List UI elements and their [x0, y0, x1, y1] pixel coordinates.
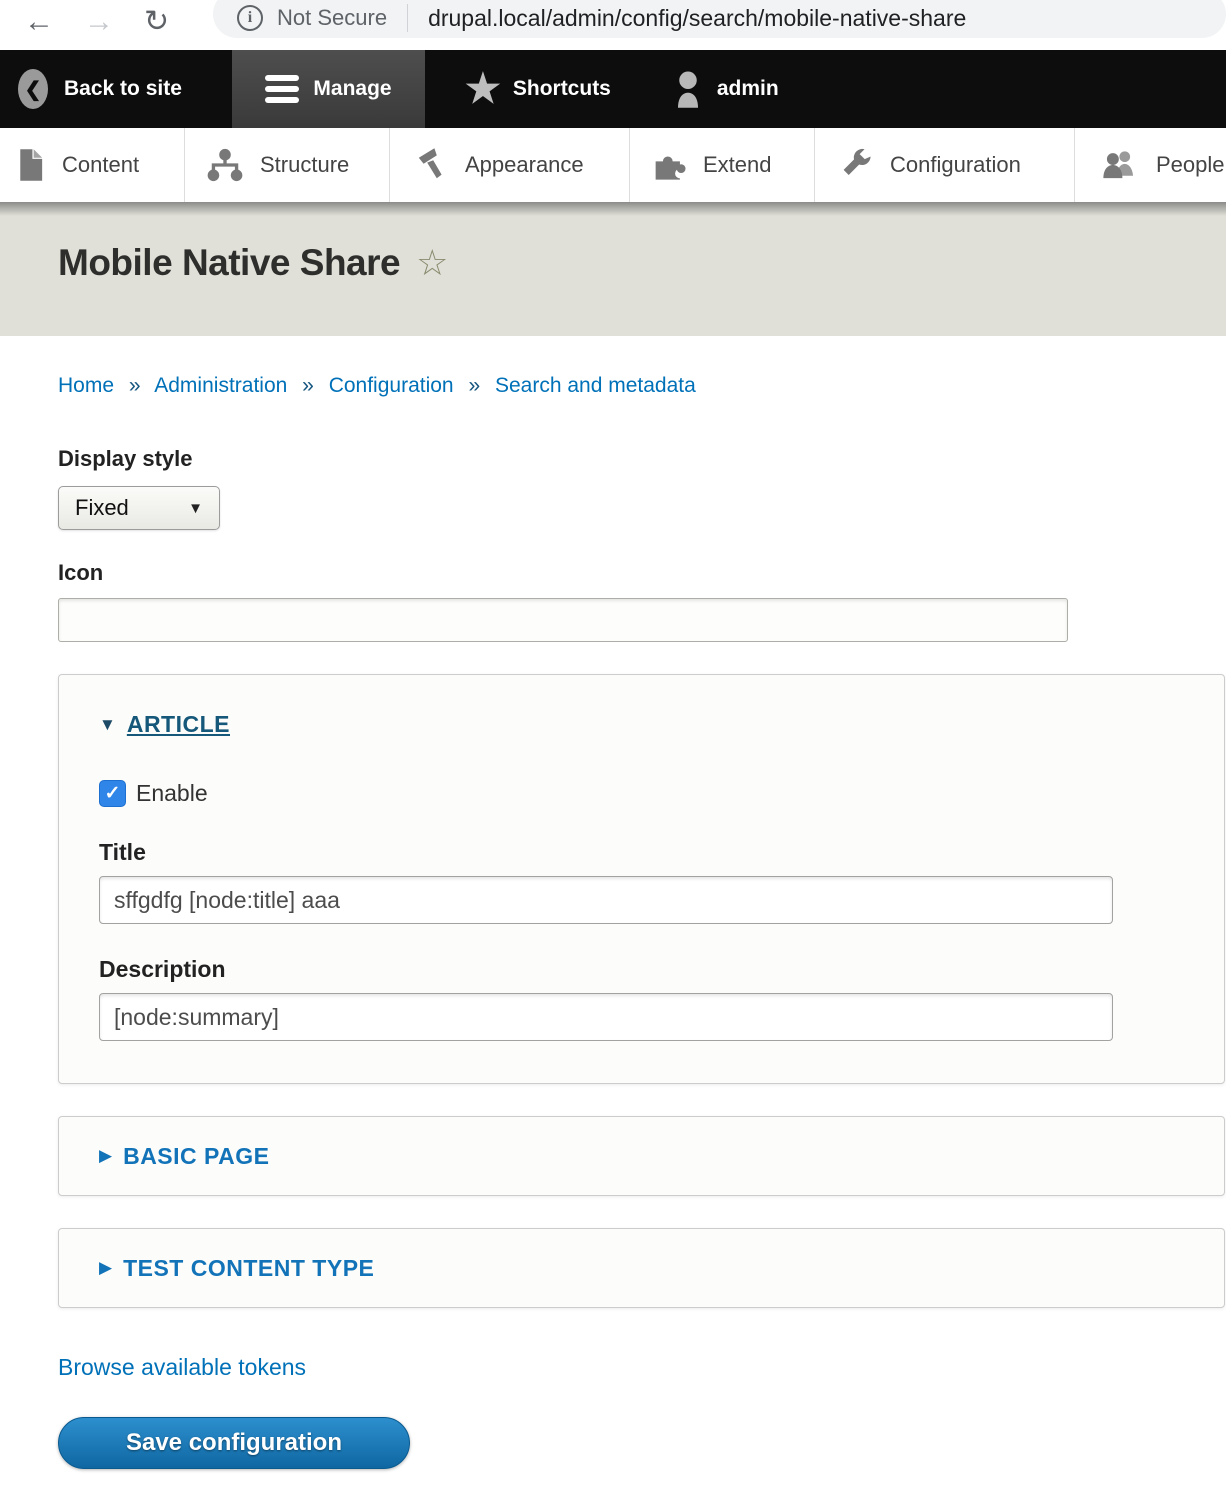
sitemap-icon [207, 148, 243, 182]
tab-people[interactable]: People [1075, 128, 1226, 202]
enable-label: Enable [136, 780, 208, 807]
browse-tokens-link[interactable]: Browse available tokens [58, 1354, 306, 1381]
triangle-right-icon: ▶ [99, 1146, 112, 1166]
save-configuration-button[interactable]: Save configuration [58, 1417, 410, 1469]
fieldset-test-content-type-title[interactable]: TEST CONTENT TYPE [123, 1255, 374, 1282]
breadcrumb-home[interactable]: Home [58, 374, 114, 397]
triangle-down-icon: ▼ [99, 715, 116, 735]
icon-field-label: Icon [58, 560, 1226, 586]
tab-configuration[interactable]: Configuration [815, 128, 1075, 202]
triangle-right-icon: ▶ [99, 1258, 112, 1278]
browser-nav: ← → ↻ [24, 0, 169, 44]
browser-back-icon[interactable]: ← [24, 7, 54, 37]
breadcrumb-separator: » [468, 374, 480, 397]
tab-content-label: Content [62, 152, 139, 178]
tab-appearance[interactable]: Appearance [390, 128, 630, 202]
manage-label: Manage [313, 77, 391, 101]
user-icon [673, 69, 703, 109]
fieldset-basic-page-title[interactable]: BASIC PAGE [123, 1143, 269, 1170]
bookmark-star-icon[interactable]: ☆ [416, 245, 448, 281]
display-style-value: Fixed [75, 495, 129, 521]
document-icon [15, 148, 45, 182]
display-style-select[interactable]: Fixed ▼ [58, 486, 220, 530]
tab-extend[interactable]: Extend [630, 128, 815, 202]
admin-toolbar: ❮ Back to site Manage ★ Shortcuts admin [0, 50, 1226, 128]
tab-content[interactable]: Content [0, 128, 185, 202]
header-shadow [0, 202, 1226, 216]
back-to-site-button[interactable]: ❮ Back to site [0, 50, 232, 128]
browser-reload-icon[interactable]: ↻ [144, 7, 169, 37]
puzzle-icon [652, 148, 686, 182]
browser-chrome: ← → ↻ i Not Secure drupal.local/admin/co… [0, 0, 1226, 50]
fieldset-article: ▼ ARTICLE ✓ Enable Title Description [58, 674, 1225, 1084]
info-icon[interactable]: i [237, 5, 263, 31]
page-title: Mobile Native Share [58, 242, 400, 284]
main-content: Home » Administration » Configuration » … [0, 374, 1226, 1469]
description-field-label: Description [99, 956, 1184, 983]
admin-user-tab[interactable]: admin [659, 50, 793, 128]
display-style-label: Display style [58, 446, 1226, 472]
tab-configuration-label: Configuration [890, 152, 1021, 178]
tab-structure[interactable]: Structure [185, 128, 390, 202]
enable-checkbox[interactable]: ✓ [99, 780, 126, 807]
wrench-icon [839, 148, 873, 182]
shortcuts-tab[interactable]: ★ Shortcuts [451, 50, 625, 128]
fieldset-test-content-type[interactable]: ▶ TEST CONTENT TYPE [58, 1228, 1225, 1308]
tab-extend-label: Extend [703, 152, 772, 178]
security-label: Not Secure [277, 5, 387, 31]
breadcrumb-separator: » [129, 374, 141, 397]
shortcuts-label: Shortcuts [513, 77, 611, 101]
shortcuts-star-icon: ★ [465, 69, 501, 109]
breadcrumb-search-and-metadata[interactable]: Search and metadata [495, 374, 696, 397]
chevron-down-icon: ▼ [188, 500, 203, 517]
url-text[interactable]: drupal.local/admin/config/search/mobile-… [428, 5, 966, 32]
breadcrumb-administration[interactable]: Administration [154, 374, 287, 397]
title-input[interactable] [99, 876, 1113, 924]
page-header: Mobile Native Share ☆ [0, 202, 1226, 336]
icon-input[interactable] [58, 598, 1068, 642]
title-field-label: Title [99, 839, 1184, 866]
admin-user-label: admin [717, 77, 779, 101]
manage-tab[interactable]: Manage [232, 50, 425, 128]
back-to-site-label: Back to site [64, 77, 182, 101]
hamburger-icon [265, 75, 299, 103]
address-bar[interactable]: i Not Secure drupal.local/admin/config/s… [213, 0, 1226, 38]
address-bar-divider [407, 4, 408, 32]
fieldset-article-title[interactable]: ARTICLE [127, 711, 230, 738]
fieldset-basic-page[interactable]: ▶ BASIC PAGE [58, 1116, 1225, 1196]
people-icon [1101, 148, 1139, 182]
paintbrush-icon [416, 147, 448, 183]
tab-structure-label: Structure [260, 152, 349, 178]
breadcrumb-configuration[interactable]: Configuration [329, 374, 454, 397]
breadcrumb: Home » Administration » Configuration » … [58, 374, 1226, 398]
description-input[interactable] [99, 993, 1113, 1041]
breadcrumb-separator: » [302, 374, 314, 397]
tab-appearance-label: Appearance [465, 152, 584, 178]
fieldset-article-summary[interactable]: ▼ ARTICLE [99, 711, 1184, 738]
tab-people-label: People [1156, 152, 1225, 178]
admin-menu-bar: Content Structure Appearance Extend Conf… [0, 128, 1226, 202]
browser-forward-icon[interactable]: → [84, 7, 114, 37]
back-to-site-icon: ❮ [18, 69, 48, 109]
